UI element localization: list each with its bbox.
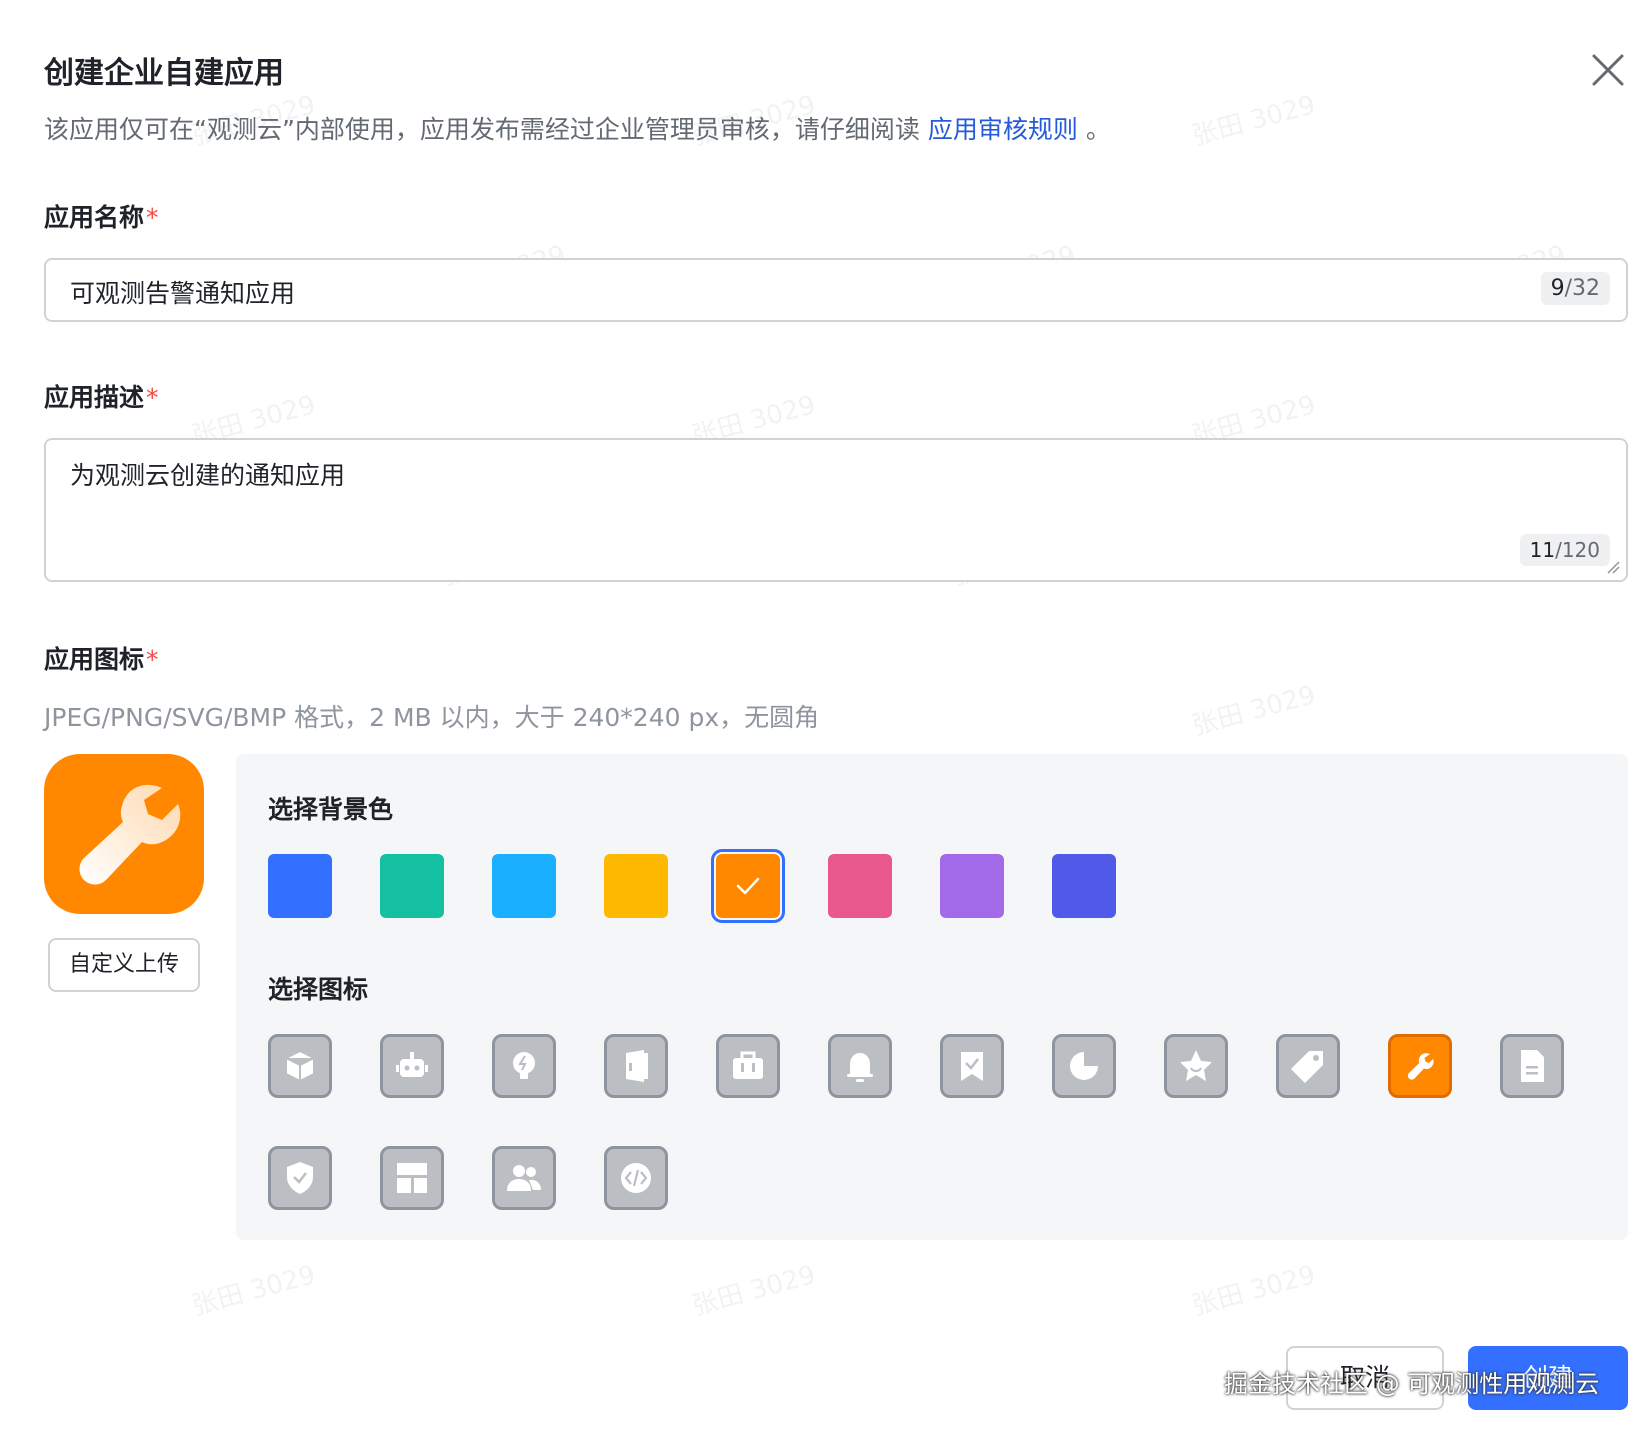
app-desc-value: 为观测云创建的通知应用 [70,461,346,490]
icon-option-code[interactable] [604,1146,668,1210]
lightbulb-icon [513,1052,535,1079]
create-app-dialog: 张田 3029 张田 3029 张田 3029 张田 3029 张田 3029 … [0,0,1648,1436]
watermark: 张田 3029 [188,1260,319,1322]
required-mark: * [146,645,159,674]
app-desc-textarea[interactable]: 为观测云创建的通知应用 11/120 [44,438,1628,582]
dialog-subtitle: 该应用仅可在“观测云”内部使用，应用发布需经过企业管理员审核，请仔细阅读 应用审… [44,110,1111,146]
icon-option-tag[interactable] [1276,1034,1340,1098]
required-mark: * [146,203,159,232]
bookmark-check-icon [961,1052,983,1081]
briefcase-icon [733,1051,763,1079]
icon-option-door[interactable] [604,1034,668,1098]
code-icon [621,1163,651,1193]
subtitle-text: 该应用仅可在“观测云”内部使用，应用发布需经过企业管理员审核，请仔细阅读 [44,115,928,144]
counter-max: /32 [1564,276,1600,301]
icon-option-star[interactable] [1164,1034,1228,1098]
app-name-input[interactable]: 可观测告警通知应用 9/32 [44,258,1628,322]
close-button[interactable] [1588,50,1628,90]
icon-option-layout[interactable] [380,1146,444,1210]
watermark: 张田 3029 [688,1260,819,1322]
app-name-char-counter: 9/32 [1540,272,1610,305]
shield-check-icon [287,1162,313,1194]
pie-chart-icon [1070,1052,1098,1080]
subtitle-end: 。 [1077,115,1111,144]
icon-option-pie-chart[interactable] [1052,1034,1116,1098]
app-icon-label-text: 应用图标 [44,645,145,674]
app-name-value: 可观测告警通知应用 [70,279,296,308]
app-desc-char-counter: 11/120 [1519,534,1610,566]
watermark: 张田 3029 [1188,90,1319,152]
resize-handle-icon[interactable] [1606,560,1620,574]
color-swatch-teal[interactable] [380,854,444,918]
icon-format-hint: JPEG/PNG/SVG/BMP 格式，2 MB 以内，大于 240*240 p… [44,703,820,732]
layout-icon [397,1163,427,1193]
wrench-icon [1407,1053,1434,1080]
app-icon-label: 应用图标* [44,640,159,676]
icon-option-robot[interactable] [380,1034,444,1098]
color-swatch-indigo[interactable] [1052,854,1116,918]
star-icon [1180,1050,1212,1081]
close-icon [1592,54,1624,86]
wrench-icon [79,784,181,885]
icon-option-bookmark[interactable] [940,1034,1004,1098]
icon-option-wrench[interactable] [1388,1034,1452,1098]
robot-icon [396,1052,428,1077]
icon-option-lightbulb[interactable] [492,1034,556,1098]
app-icon-preview [44,754,204,914]
watermark: 张田 3029 [1188,680,1319,742]
app-name-label: 应用名称* [44,198,159,234]
color-swatch-sky[interactable] [492,854,556,918]
users-icon [507,1165,541,1191]
color-swatch-blue[interactable] [268,854,332,918]
app-name-label-text: 应用名称 [44,203,145,232]
counter-max: /120 [1555,538,1600,562]
door-icon [626,1050,648,1082]
color-swatch-pink[interactable] [828,854,892,918]
bg-color-heading: 选择背景色 [268,795,394,824]
color-swatch-orange[interactable] [711,849,785,923]
app-desc-label: 应用描述* [44,378,159,414]
counter-current: 9 [1550,276,1565,301]
box-icon [285,1050,315,1082]
review-rules-link[interactable]: 应用审核规则 [928,115,1078,144]
custom-upload-button[interactable]: 自定义上传 [48,938,200,992]
tag-icon [1291,1051,1323,1083]
color-swatch-yellow[interactable] [604,854,668,918]
icon-select-heading: 选择图标 [268,975,369,1004]
icon-picker-panel: 选择背景色 选择图标 [236,754,1628,1240]
bell-icon [847,1053,873,1082]
required-mark: * [146,383,159,412]
dialog-title: 创建企业自建应用 [44,56,284,91]
icon-option-box[interactable] [268,1034,332,1098]
icon-option-bell[interactable] [828,1034,892,1098]
icon-option-shield[interactable] [268,1146,332,1210]
check-icon [736,877,760,895]
color-swatch-purple[interactable] [940,854,1004,918]
app-desc-label-text: 应用描述 [44,383,145,412]
create-button[interactable]: 创建 [1468,1346,1628,1410]
document-icon [1521,1050,1544,1082]
icon-option-users[interactable] [492,1146,556,1210]
watermark: 张田 3029 [1188,1260,1319,1322]
icon-option-document[interactable] [1500,1034,1564,1098]
icon-option-briefcase[interactable] [716,1034,780,1098]
counter-current: 11 [1529,538,1556,562]
cancel-button[interactable]: 取消 [1286,1346,1444,1410]
